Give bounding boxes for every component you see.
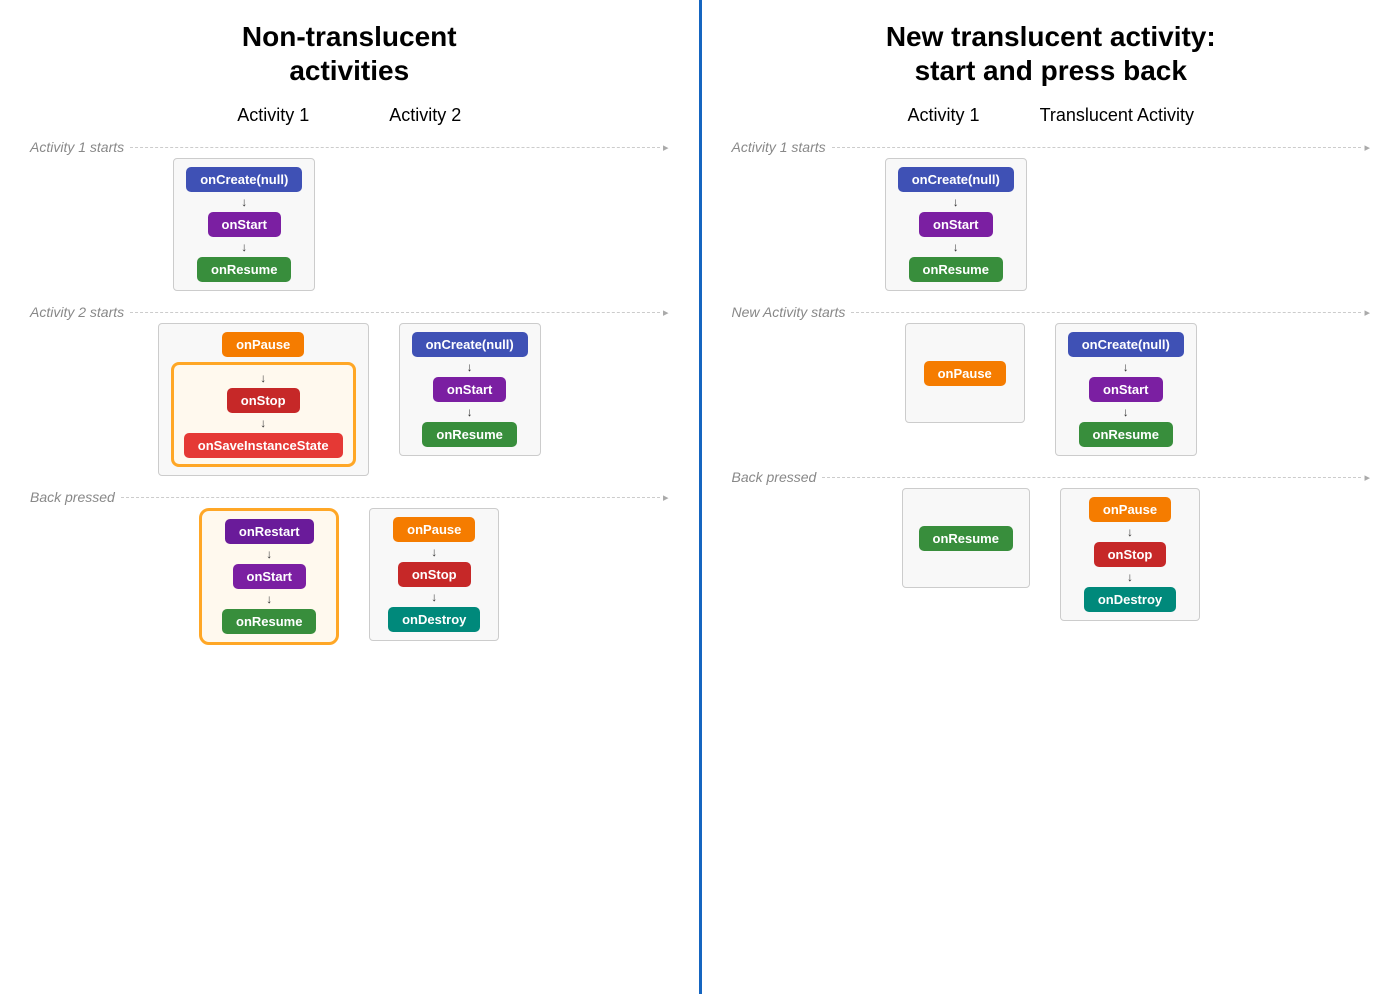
left-panel: Non-translucentactivities Activity 1 Act… [0,0,699,994]
right-p1-onCreate: onCreate(null) [898,167,1014,192]
right-col1-label: Activity 1 [908,105,980,126]
right-col2-label: Translucent Activity [1040,105,1194,126]
left-p2-act1-onSave: onSaveInstanceState [184,433,343,458]
left-p1-onCreate: onCreate(null) [186,167,302,192]
right-p2-act2-onResume: onResume [1079,422,1173,447]
right-p3-act2-onPause: onPause [1089,497,1171,522]
left-p3-act1-onResume: onResume [222,609,316,634]
left-p1-onResume: onResume [197,257,291,282]
right-title: New translucent activity:start and press… [886,20,1216,87]
right-phase2-label: New Activity starts [732,304,846,320]
left-p3-act1-onRestart: onRestart [225,519,314,544]
left-p1-onStart: onStart [208,212,282,237]
right-panel: New translucent activity:start and press… [702,0,1400,994]
left-p3-act2-onPause: onPause [393,517,475,542]
left-phase1-label: Activity 1 starts [30,139,124,155]
left-phase3-label: Back pressed [30,489,115,505]
right-p3-act1-onResume: onResume [919,526,1013,551]
left-title: Non-translucentactivities [242,20,457,87]
right-phase3-label: Back pressed [732,469,817,485]
left-phase2-label: Activity 2 starts [30,304,124,320]
left-p1-act1-box: onCreate(null) ↓ onStart ↓ onResume [173,158,315,291]
right-phase1-label: Activity 1 starts [732,139,826,155]
left-p3-act1-onStart: onStart [233,564,307,589]
right-p3-act2-onStop: onStop [1094,542,1167,567]
left-p3-act2-box: onPause ↓ onStop ↓ onDestroy [369,508,499,641]
right-p1-act1-box: onCreate(null) ↓ onStart ↓ onResume [885,158,1027,291]
right-p1-onResume: onResume [909,257,1003,282]
right-p2-act2-onStart: onStart [1089,377,1163,402]
right-p2-act2-box: onCreate(null) ↓ onStart ↓ onResume [1055,323,1197,456]
left-col1-label: Activity 1 [237,105,309,126]
left-col2-label: Activity 2 [389,105,461,126]
left-p3-act2-onStop: onStop [398,562,471,587]
right-p2-act1-onPause: onPause [924,361,1006,386]
right-p3-act2-box: onPause ↓ onStop ↓ onDestroy [1060,488,1200,621]
right-p1-onStart: onStart [919,212,993,237]
left-p2-act2-box: onCreate(null) ↓ onStart ↓ onResume [399,323,541,456]
left-p3-act2-onDestroy: onDestroy [388,607,480,632]
right-p3-act2-onDestroy: onDestroy [1084,587,1176,612]
right-p2-act2-onCreate: onCreate(null) [1068,332,1184,357]
left-p2-act1-onPause: onPause [222,332,304,357]
left-p2-act2-onStart: onStart [433,377,507,402]
left-p2-act2-onResume: onResume [422,422,516,447]
left-p2-act1-onStop: onStop [227,388,300,413]
left-p2-act2-onCreate: onCreate(null) [412,332,528,357]
